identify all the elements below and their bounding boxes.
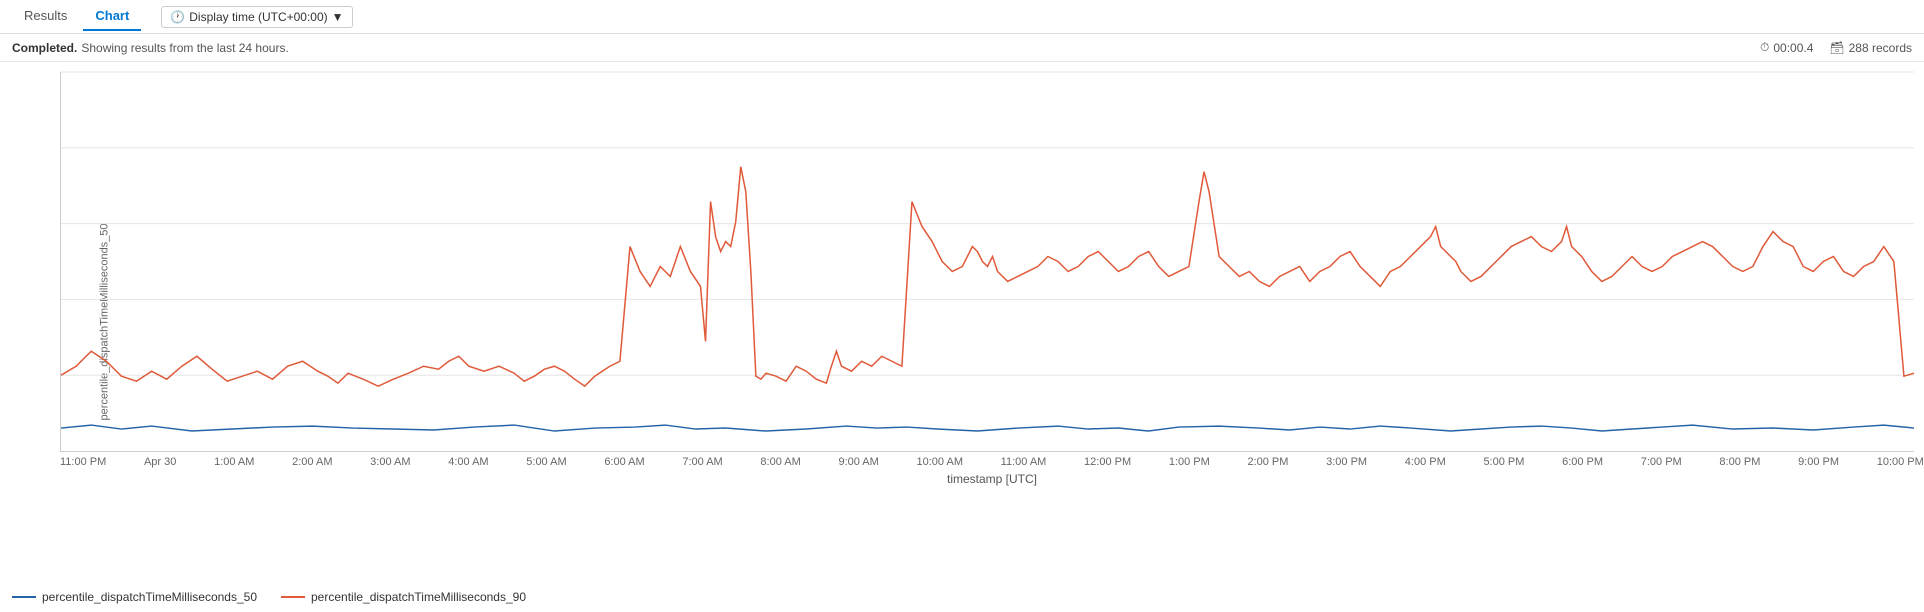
chart-inner: [60, 72, 1914, 452]
chevron-down-icon: ▼: [332, 10, 344, 24]
legend-item-p90: percentile_dispatchTimeMilliseconds_90: [281, 590, 526, 604]
status-records: 🗃 288 records: [1829, 41, 1912, 55]
x-tick: 7:00 AM: [682, 456, 722, 468]
clock-icon: 🕐: [170, 10, 185, 24]
x-tick: 11:00 PM: [60, 456, 106, 468]
records-icon: 🗃: [1829, 41, 1844, 55]
records-value: 288 records: [1849, 41, 1912, 55]
x-tick: 7:00 PM: [1641, 456, 1682, 468]
status-bar: Completed. Showing results from the last…: [0, 34, 1924, 62]
x-tick: 9:00 PM: [1798, 456, 1839, 468]
x-tick: Apr 30: [144, 456, 176, 468]
status-completed: Completed.: [12, 41, 77, 55]
x-tick: 6:00 PM: [1562, 456, 1603, 468]
x-tick: 3:00 AM: [370, 456, 410, 468]
status-message: Showing results from the last 24 hours.: [81, 41, 288, 55]
chart-legend: percentile_dispatchTimeMilliseconds_50 p…: [0, 582, 1924, 612]
x-tick: 1:00 AM: [214, 456, 254, 468]
tab-bar: Results Chart 🕐 Display time (UTC+00:00)…: [0, 0, 1924, 34]
line-p90: [61, 167, 1914, 386]
legend-label-p90: percentile_dispatchTimeMilliseconds_90: [311, 590, 526, 604]
x-tick: 4:00 PM: [1405, 456, 1446, 468]
x-tick: 8:00 AM: [760, 456, 800, 468]
tab-chart[interactable]: Chart: [83, 2, 141, 31]
timer-icon: ⏱: [1760, 40, 1769, 55]
legend-label-p50: percentile_dispatchTimeMilliseconds_50: [42, 590, 257, 604]
legend-line-blue: [12, 596, 36, 598]
x-axis-labels: 11:00 PM Apr 30 1:00 AM 2:00 AM 3:00 AM …: [60, 456, 1924, 468]
legend-line-red: [281, 596, 305, 598]
x-tick: 3:00 PM: [1326, 456, 1367, 468]
x-tick: 2:00 AM: [292, 456, 332, 468]
x-axis-title: timestamp [UTC]: [60, 472, 1924, 486]
x-tick: 11:00 AM: [1001, 456, 1047, 468]
x-tick: 1:00 PM: [1169, 456, 1210, 468]
status-time: ⏱ 00:00.4: [1760, 40, 1813, 55]
x-tick: 4:00 AM: [448, 456, 488, 468]
x-tick: 5:00 PM: [1483, 456, 1524, 468]
x-tick: 10:00 PM: [1877, 456, 1924, 468]
chart-area: percentile_dispatchTimeMilliseconds_50 0…: [0, 62, 1924, 582]
display-time-button[interactable]: 🕐 Display time (UTC+00:00) ▼: [161, 6, 352, 28]
tab-results[interactable]: Results: [12, 2, 79, 31]
x-tick: 8:00 PM: [1719, 456, 1760, 468]
x-tick: 6:00 AM: [604, 456, 644, 468]
line-p50: [61, 425, 1914, 431]
x-tick: 5:00 AM: [526, 456, 566, 468]
legend-item-p50: percentile_dispatchTimeMilliseconds_50: [12, 590, 257, 604]
x-tick: 2:00 PM: [1247, 456, 1288, 468]
x-tick: 10:00 AM: [917, 456, 963, 468]
duration-value: 00:00.4: [1773, 41, 1813, 55]
display-time-label: Display time (UTC+00:00): [189, 10, 327, 24]
x-tick: 9:00 AM: [838, 456, 878, 468]
chart-svg: [61, 72, 1914, 451]
x-tick: 12:00 PM: [1084, 456, 1131, 468]
